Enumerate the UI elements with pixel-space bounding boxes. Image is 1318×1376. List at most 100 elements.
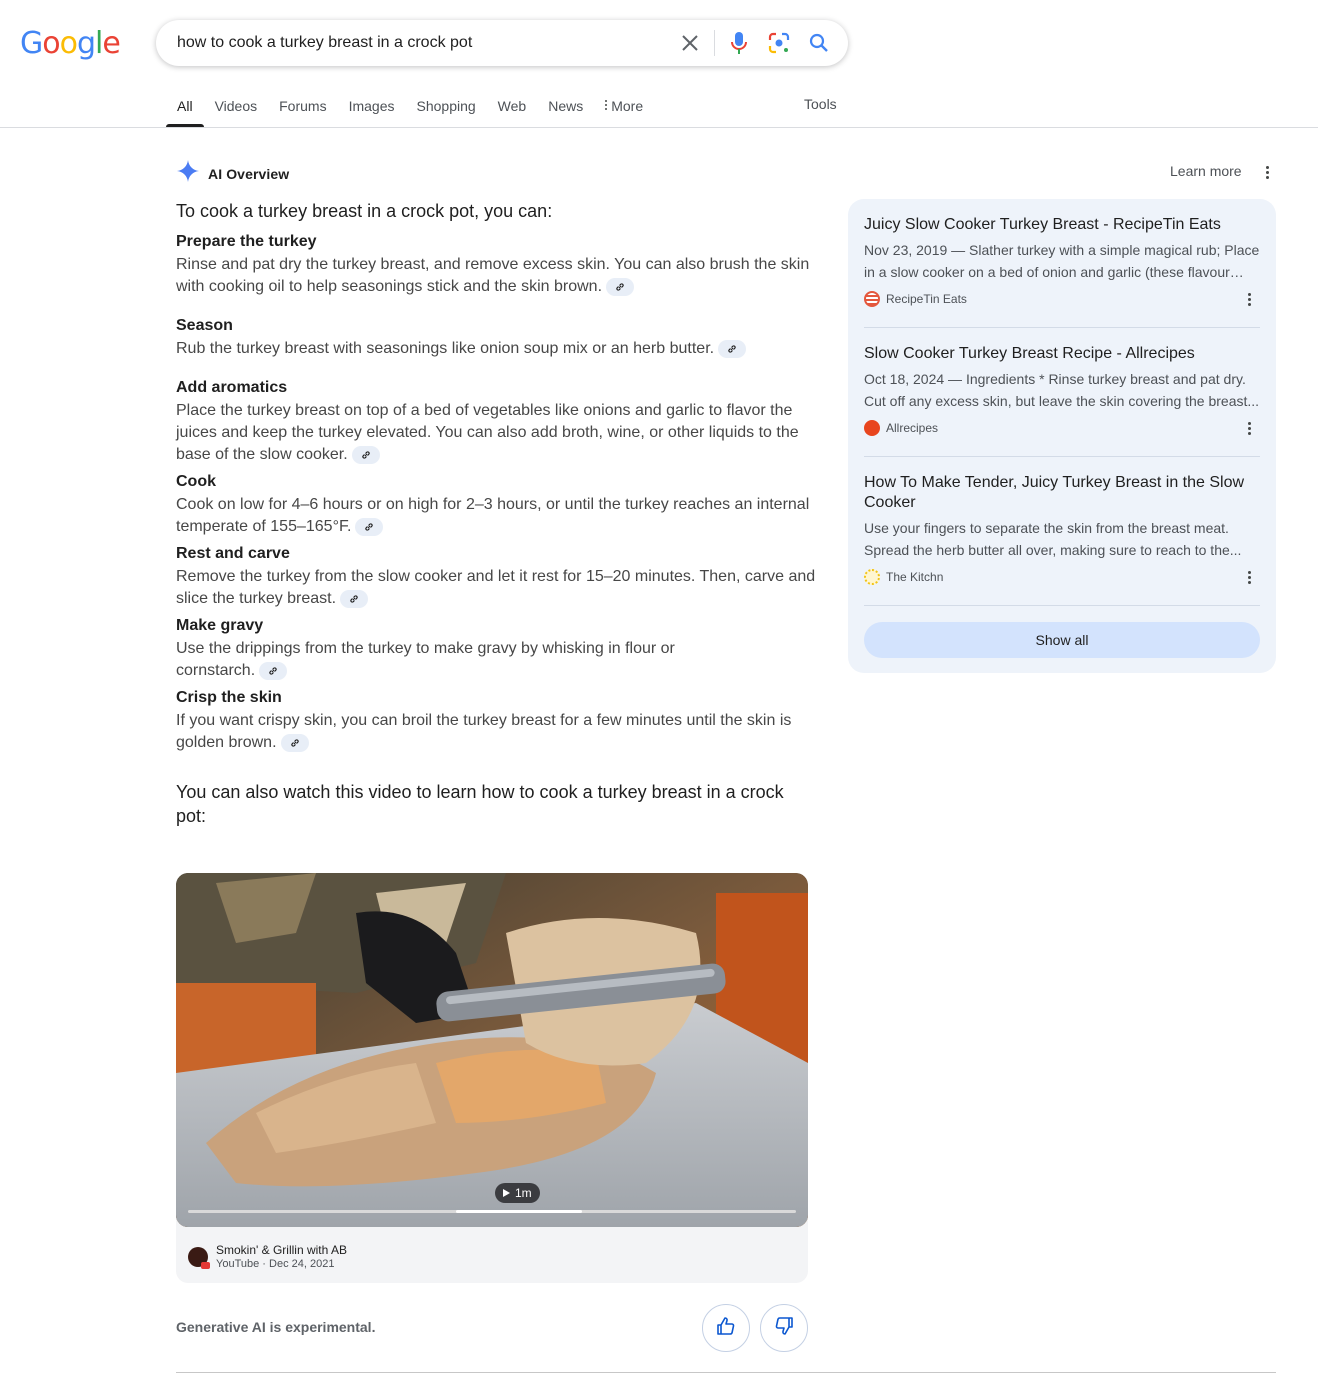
ai-overview-menu-icon[interactable] xyxy=(1258,162,1276,182)
search-input[interactable] xyxy=(177,21,657,65)
tab-videos[interactable]: Videos xyxy=(204,96,269,127)
header-divider xyxy=(0,127,1318,128)
step-gravy: Make gravy Use the drippings from the tu… xyxy=(176,614,816,682)
tab-images[interactable]: Images xyxy=(338,96,406,127)
channel-avatar xyxy=(188,1247,210,1269)
tab-shopping[interactable]: Shopping xyxy=(406,96,487,127)
video-intro: You can also watch this video to learn h… xyxy=(176,782,784,826)
step-text: Remove the turkey from the slow cooker a… xyxy=(176,568,816,608)
ai-intro: To cook a turkey breast in a crock pot, … xyxy=(176,201,553,221)
video-thumbnail[interactable]: 1m xyxy=(176,873,808,1227)
step-title: Make gravy xyxy=(176,617,264,634)
step-text: Cook on low for 4–6 hours or on high for… xyxy=(176,496,810,536)
logo-letter: e xyxy=(102,26,120,61)
thumbs-down-icon xyxy=(774,1316,794,1341)
video-duration-badge: 1m xyxy=(495,1183,540,1203)
step-title: Crisp the skin xyxy=(176,689,282,706)
step-title: Prepare the turkey xyxy=(176,233,317,250)
ai-overview-header: AI Overview xyxy=(176,159,289,188)
thumbs-down-button[interactable] xyxy=(760,1304,808,1352)
source-site-name: RecipeTin Eats xyxy=(886,292,967,306)
logo-letter: o xyxy=(42,26,60,61)
step-crisp: Crisp the skin If you want crispy skin, … xyxy=(176,686,816,754)
source-site: Allrecipes xyxy=(864,420,1260,436)
section-divider xyxy=(176,1372,1276,1373)
microphone-icon[interactable] xyxy=(727,31,751,55)
clear-icon[interactable] xyxy=(678,31,702,55)
step-prepare: Prepare the turkey Rinse and pat dry the… xyxy=(176,230,816,298)
thumbs-up-icon xyxy=(716,1316,736,1341)
step-cook: Cook Cook on low for 4–6 hours or on hig… xyxy=(176,470,816,538)
tab-web[interactable]: Web xyxy=(487,96,538,127)
recipetin-favicon-icon xyxy=(864,291,880,307)
logo-letter: l xyxy=(95,26,103,61)
tab-all[interactable]: All xyxy=(166,96,204,127)
logo-letter: o xyxy=(59,26,78,61)
step-title: Rest and carve xyxy=(176,545,290,562)
source-snippet: Nov 23, 2019 — Slather turkey with a sim… xyxy=(864,242,1260,280)
search-tabs: All Videos Forums Images Shopping Web Ne… xyxy=(166,96,654,127)
source-link-icon[interactable] xyxy=(340,589,369,608)
step-title: Cook xyxy=(176,473,216,490)
ai-overview-body: To cook a turkey breast in a crock pot, … xyxy=(176,198,816,828)
step-text: Place the turkey breast on top of a bed … xyxy=(176,402,799,464)
source-site: RecipeTin Eats xyxy=(864,291,1260,307)
source-site: The Kitchn xyxy=(864,569,1260,585)
step-text: Rub the turkey breast with seasonings li… xyxy=(176,338,816,360)
source-link-icon[interactable] xyxy=(351,445,380,464)
step-season: Season Rub the turkey breast with season… xyxy=(176,314,816,360)
source-title[interactable]: How To Make Tender, Juicy Turkey Breast … xyxy=(864,473,1260,513)
source-link-icon[interactable] xyxy=(606,277,635,296)
tab-more-label: More xyxy=(611,98,644,114)
step-text: Use the drippings from the turkey to mak… xyxy=(176,640,675,680)
search-icon[interactable] xyxy=(807,31,831,55)
learn-more-link[interactable]: Learn more xyxy=(1170,163,1242,179)
search-box[interactable] xyxy=(156,20,848,66)
source-link-icon[interactable] xyxy=(259,661,288,680)
channel-name[interactable]: Smokin' & Grillin with AB xyxy=(216,1243,347,1257)
source-title[interactable]: Juicy Slow Cooker Turkey Breast - Recipe… xyxy=(864,215,1260,235)
search-divider xyxy=(714,30,715,56)
logo-letter: g xyxy=(76,26,96,61)
source-link-icon[interactable] xyxy=(718,339,747,358)
source-card[interactable]: Slow Cooker Turkey Breast Recipe - Allre… xyxy=(864,344,1260,436)
logo-letter: G xyxy=(20,26,43,61)
kitchn-favicon-icon xyxy=(864,569,880,585)
video-meta: Smokin' & Grillin with AB YouTube · Dec … xyxy=(188,1243,347,1271)
show-all-button[interactable]: Show all xyxy=(864,622,1260,658)
source-link-icon[interactable] xyxy=(280,733,309,752)
play-icon xyxy=(503,1189,510,1197)
step-text: If you want crispy skin, you can broil t… xyxy=(176,712,792,752)
source-divider xyxy=(864,605,1260,606)
source-site-name: Allrecipes xyxy=(886,421,939,435)
video-platform-date: YouTube · Dec 24, 2021 xyxy=(216,1258,335,1270)
source-divider xyxy=(864,327,1260,328)
source-title[interactable]: Slow Cooker Turkey Breast Recipe - Allre… xyxy=(864,344,1260,364)
source-card[interactable]: How To Make Tender, Juicy Turkey Breast … xyxy=(864,473,1260,585)
ai-overview-title: AI Overview xyxy=(208,165,290,182)
more-vert-icon xyxy=(605,96,608,110)
source-site-name: The Kitchn xyxy=(886,570,944,584)
video-duration: 1m xyxy=(515,1186,532,1200)
tools-button[interactable]: Tools xyxy=(804,96,837,112)
step-text: Rinse and pat dry the turkey breast, and… xyxy=(176,256,810,296)
source-card[interactable]: Juicy Slow Cooker Turkey Breast - Recipe… xyxy=(864,215,1260,307)
thumbs-up-button[interactable] xyxy=(702,1304,750,1352)
video-card[interactable]: 1m Smokin' & Grillin with AB YouTube · D… xyxy=(176,873,808,1283)
step-aromatics: Add aromatics Place the turkey breast on… xyxy=(176,376,816,466)
source-snippet: Oct 18, 2024 — Ingredients * Rinse turke… xyxy=(864,371,1260,409)
source-menu-icon[interactable] xyxy=(1244,293,1254,306)
source-link-icon[interactable] xyxy=(355,517,384,536)
google-logo[interactable]: Google xyxy=(20,26,121,61)
tab-forums[interactable]: Forums xyxy=(268,96,337,127)
allrecipes-favicon-icon xyxy=(864,420,880,436)
lens-icon[interactable] xyxy=(767,31,791,55)
tab-more[interactable]: More xyxy=(594,96,654,127)
experimental-note: Generative AI is experimental. xyxy=(176,1319,376,1335)
source-menu-icon[interactable] xyxy=(1244,571,1254,584)
step-title: Season xyxy=(176,317,233,334)
tab-news[interactable]: News xyxy=(537,96,594,127)
source-menu-icon[interactable] xyxy=(1244,422,1254,435)
gemini-sparkle-icon xyxy=(176,159,200,188)
step-title: Add aromatics xyxy=(176,379,288,396)
